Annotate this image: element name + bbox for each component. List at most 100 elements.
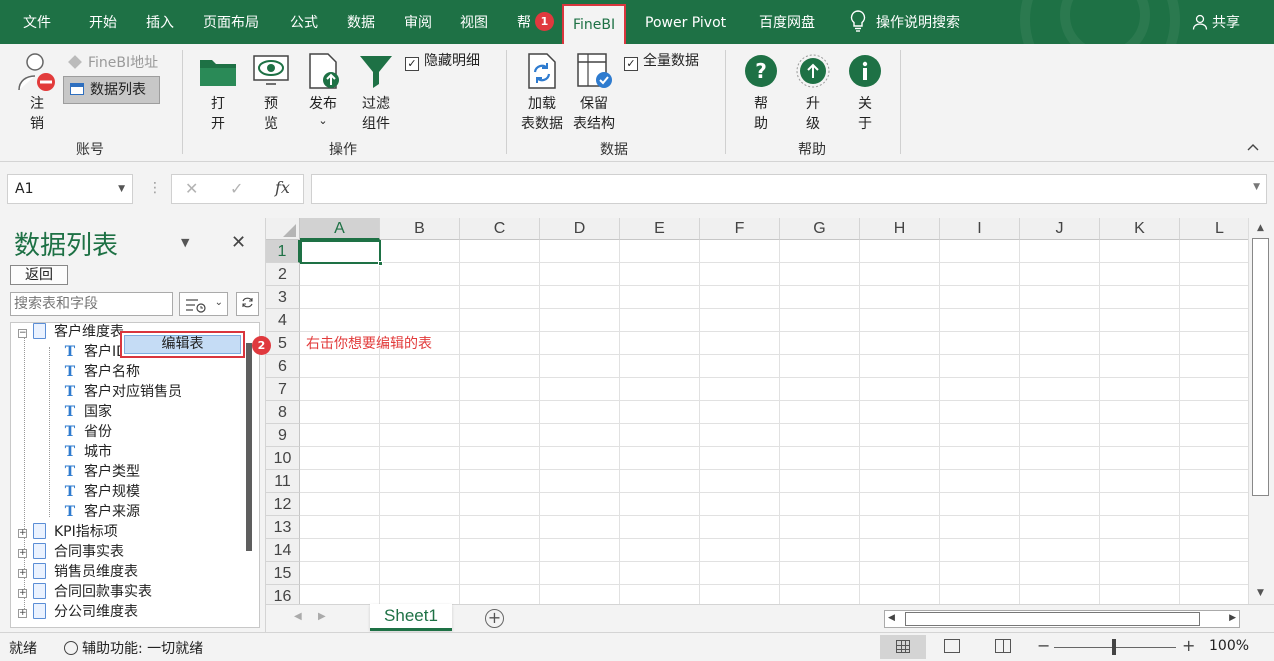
full-data-checkbox[interactable]: ✓ 全量数据 bbox=[624, 52, 699, 71]
zoom-out-button[interactable]: − bbox=[1037, 636, 1050, 655]
collapse-ribbon-icon[interactable] bbox=[1246, 140, 1260, 156]
scroll-up-icon[interactable]: ▲ bbox=[1257, 223, 1264, 233]
tree-node-table[interactable]: + 合同事实表 bbox=[18, 543, 124, 561]
expand-icon[interactable]: + bbox=[18, 529, 27, 538]
tab-power-pivot[interactable]: Power Pivot bbox=[645, 0, 726, 44]
row-header-10[interactable]: 10 bbox=[266, 447, 300, 470]
about-button[interactable]: 关 于 bbox=[846, 54, 884, 134]
data-list-button[interactable]: 数据列表 bbox=[63, 76, 160, 104]
row-header-13[interactable]: 13 bbox=[266, 516, 300, 539]
tree-field-item[interactable]: T 客户名称 bbox=[62, 363, 140, 381]
row-header-15[interactable]: 15 bbox=[266, 562, 300, 585]
insert-function-icon[interactable]: fx bbox=[275, 178, 290, 197]
tree-field-item[interactable]: T 省份 bbox=[62, 423, 112, 441]
normal-view-button[interactable] bbox=[880, 635, 926, 659]
row-header-11[interactable]: 11 bbox=[266, 470, 300, 493]
tab-data[interactable]: 数据 bbox=[347, 0, 375, 44]
expand-formula-icon[interactable]: ▼ bbox=[1253, 182, 1260, 192]
drag-handle-icon[interactable]: ⋮ bbox=[148, 179, 162, 197]
tree-node-table[interactable]: + KPI指标项 bbox=[18, 523, 118, 541]
back-button[interactable]: 返回 bbox=[10, 265, 68, 285]
zoom-slider-thumb[interactable] bbox=[1112, 639, 1116, 655]
publish-button[interactable]: 发布 ⌄ bbox=[303, 52, 343, 128]
row-header-7[interactable]: 7 bbox=[266, 378, 300, 401]
zoom-in-button[interactable]: + bbox=[1182, 636, 1195, 655]
finebi-address-button[interactable]: FineBI地址 bbox=[68, 52, 158, 72]
expand-icon[interactable]: + bbox=[18, 549, 27, 558]
page-layout-view-icon[interactable] bbox=[944, 639, 960, 653]
tree-scrollbar[interactable] bbox=[246, 343, 252, 551]
column-header-h[interactable]: H bbox=[860, 218, 940, 240]
selected-cell-a1[interactable] bbox=[300, 240, 383, 266]
column-header-g[interactable]: G bbox=[780, 218, 860, 240]
row-header-8[interactable]: 8 bbox=[266, 401, 300, 424]
tree-field-item[interactable]: T 城市 bbox=[62, 443, 112, 461]
row-header-5[interactable]: 5 bbox=[266, 332, 300, 355]
tab-view[interactable]: 视图 bbox=[460, 0, 488, 44]
row-header-2[interactable]: 2 bbox=[266, 263, 300, 286]
tab-formulas[interactable]: 公式 bbox=[290, 0, 318, 44]
sheet-tab-sheet1[interactable]: Sheet1 bbox=[370, 604, 452, 631]
tell-me-search[interactable]: 操作说明搜索 bbox=[850, 0, 960, 44]
expand-icon[interactable]: + bbox=[18, 609, 27, 618]
column-header-b[interactable]: B bbox=[380, 218, 460, 240]
tab-finebi[interactable]: FineBI bbox=[562, 4, 627, 44]
cancel-icon[interactable]: ✕ bbox=[185, 179, 198, 198]
tree-field-item[interactable]: T 客户来源 bbox=[62, 503, 140, 521]
column-header-a[interactable]: A bbox=[300, 218, 380, 240]
prev-sheet-icon[interactable]: ◀ bbox=[294, 611, 302, 622]
tab-review[interactable]: 审阅 bbox=[404, 0, 432, 44]
scroll-down-icon[interactable]: ▼ bbox=[1257, 588, 1264, 598]
confirm-icon[interactable]: ✓ bbox=[230, 179, 243, 198]
collapse-icon[interactable]: − bbox=[18, 329, 27, 338]
tree-field-item[interactable]: T 客户对应销售员 bbox=[62, 383, 182, 401]
edit-table-menu-item[interactable]: 编辑表 bbox=[124, 335, 241, 354]
column-header-f[interactable]: F bbox=[700, 218, 780, 240]
refresh-button[interactable] bbox=[236, 292, 259, 316]
row-header-6[interactable]: 6 bbox=[266, 355, 300, 378]
column-header-e[interactable]: E bbox=[620, 218, 700, 240]
column-header-l[interactable]: L bbox=[1180, 218, 1248, 240]
column-header-d[interactable]: D bbox=[540, 218, 620, 240]
tab-help[interactable]: 帮 bbox=[517, 0, 531, 44]
formula-input[interactable]: ▼ bbox=[311, 174, 1267, 204]
share-button[interactable]: 共享 bbox=[1192, 0, 1240, 44]
column-header-k[interactable]: K bbox=[1100, 218, 1180, 240]
tree-node-customer-dim[interactable]: − 客户维度表 bbox=[18, 323, 124, 341]
tab-insert[interactable]: 插入 bbox=[146, 0, 174, 44]
hide-detail-checkbox[interactable]: ✓ 隐藏明细 bbox=[405, 52, 480, 71]
fill-handle[interactable] bbox=[378, 261, 383, 266]
tree-node-table[interactable]: + 合同回款事实表 bbox=[18, 583, 152, 601]
tree-field-item[interactable]: T 客户类型 bbox=[62, 463, 140, 481]
column-header-c[interactable]: C bbox=[460, 218, 540, 240]
row-header-4[interactable]: 4 bbox=[266, 309, 300, 332]
filter-component-button[interactable]: 过滤 组件 bbox=[355, 52, 397, 134]
zoom-level[interactable]: 100% bbox=[1209, 638, 1249, 654]
keep-table-structure-button[interactable]: 保留 表结构 bbox=[568, 52, 620, 134]
page-break-view-icon[interactable] bbox=[995, 639, 1011, 653]
tab-home[interactable]: 开始 bbox=[89, 0, 117, 44]
next-sheet-icon[interactable]: ▶ bbox=[318, 611, 326, 622]
preview-button[interactable]: 预 览 bbox=[251, 52, 291, 134]
tree-field-item[interactable]: T 国家 bbox=[62, 403, 112, 421]
scroll-right-icon[interactable]: ▶ bbox=[1229, 613, 1236, 623]
pane-options-icon[interactable]: ▼ bbox=[181, 236, 189, 249]
upgrade-button[interactable]: 升 级 bbox=[794, 54, 832, 134]
vertical-scrollbar[interactable]: ▲ ▼ bbox=[1248, 218, 1274, 604]
open-button[interactable]: 打 开 bbox=[197, 52, 239, 134]
horizontal-scrollbar-thumb[interactable] bbox=[905, 612, 1200, 626]
logout-button[interactable]: 注 销 bbox=[14, 50, 60, 134]
tab-baidu-netdisk[interactable]: 百度网盘 bbox=[759, 0, 815, 44]
add-sheet-icon[interactable]: + bbox=[485, 609, 504, 628]
tree-field-item[interactable]: T 客户ID bbox=[62, 343, 127, 361]
column-header-j[interactable]: J bbox=[1020, 218, 1100, 240]
row-header-1[interactable]: 1 bbox=[266, 240, 300, 263]
accessibility-status[interactable]: 辅助功能: 一切就绪 bbox=[64, 638, 203, 658]
scrollbar-thumb[interactable] bbox=[1252, 238, 1269, 496]
search-input[interactable] bbox=[10, 292, 173, 316]
scroll-left-icon[interactable]: ◀ bbox=[888, 613, 895, 623]
spreadsheet-grid[interactable]: ABCDEFGHIJKL 1 2 3 4 5 6 7 8 9 10 11 12 13 14 15 16 bbox=[266, 218, 1248, 604]
tree-field-item[interactable]: T 客户规模 bbox=[62, 483, 140, 501]
tab-page-layout[interactable]: 页面布局 bbox=[203, 0, 259, 44]
help-button[interactable]: ? 帮 助 bbox=[742, 54, 780, 134]
